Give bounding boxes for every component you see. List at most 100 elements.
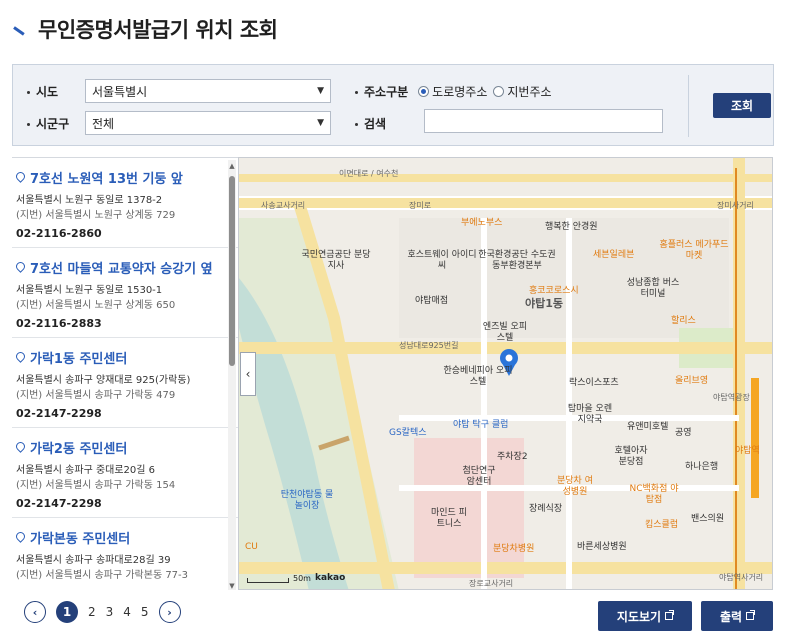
map-label-poi: 한국환경공단 수도권동부환경본부 (478, 250, 556, 271)
sido-select-value: 서울특별시 (92, 84, 148, 99)
map-label-poi: 탄천야탑동 물놀이장 (280, 490, 334, 511)
map-pin-icon (16, 352, 25, 363)
map-label-poi: GS칼텍스 (389, 428, 427, 438)
scale-label: 50m (293, 574, 311, 583)
external-link-icon (746, 610, 756, 620)
map-label-poi: 킴스클럽 (645, 520, 679, 530)
map-view[interactable]: 이면대로 / 여수천 사송교사거리 장미로 장미사거리 부에노부스 행복한 안경… (238, 157, 773, 590)
road-address: 서울특별시 송파구 양재대로 925(가락동) (16, 375, 191, 386)
map-label-poi: 할리스 (671, 316, 696, 326)
search-input[interactable] (424, 109, 663, 133)
map-label-intersection: 장로교사거리 (469, 579, 514, 588)
print-button[interactable]: 출력 (701, 601, 773, 631)
map-label-road: 이면대로 / 여수천 (339, 169, 399, 178)
location-name[interactable]: 가락본동 주민센터 (30, 528, 130, 547)
location-name[interactable]: 가락2동 주민센터 (30, 438, 127, 457)
page-4[interactable]: 4 (123, 605, 131, 619)
map-label-poi: 홈플러스 메가푸드마켓 (659, 240, 729, 261)
map-pin-icon (16, 172, 25, 183)
map-label-poi: 국민연금공단 분당지사 (301, 250, 371, 271)
list-item[interactable]: 가락1동 주민센터 서울특별시 송파구 양재대로 925(가락동) (지번) 서… (12, 338, 238, 428)
map-label-poi: 공영 (675, 428, 692, 438)
chevron-left-icon: ‹ (245, 367, 251, 381)
list-scrollbar[interactable]: ▲ ▼ (228, 160, 236, 590)
map-label-poi: 부에노부스 (461, 218, 503, 228)
list-item[interactable]: 가락본동 주민센터 서울특별시 송파구 송파대로28길 39 (지번) 서울특별… (12, 518, 238, 590)
map-label-station: 야탑역 (735, 446, 760, 456)
page-title: 무인증명서발급기 위치 조회 (12, 12, 278, 46)
map-view-button[interactable]: 지도보기 (598, 601, 692, 631)
sigungu-row: 시군구 (27, 115, 69, 132)
list-item[interactable]: 7호선 노원역 13번 기둥 앞 서울특별시 노원구 동일로 1378-2 (지… (12, 158, 238, 248)
map-label-poi: 한승베네피아 오피스텔 (443, 366, 513, 387)
page-3[interactable]: 3 (106, 605, 114, 619)
search-label: 검색 (355, 115, 386, 132)
sigungu-label: 시군구 (27, 115, 69, 132)
scrollbar-thumb[interactable] (229, 176, 235, 366)
phone-number: 02-2116-2883 (16, 317, 102, 330)
phone-number: 02-2147-2298 (16, 497, 102, 510)
map-label-poi: 야탑 탁구 클럽 (453, 420, 509, 430)
page-1[interactable]: 1 (56, 601, 78, 623)
prev-page-button[interactable]: ‹ (24, 601, 46, 623)
map-label-poi: 하나은행 (685, 462, 719, 472)
chevron-down-icon: ▼ (317, 118, 324, 128)
map-label-poi: 분당차병원 (493, 544, 535, 554)
page-5[interactable]: 5 (141, 605, 149, 619)
next-page-button[interactable]: › (158, 601, 181, 623)
radio-unselected-icon (493, 86, 505, 97)
sido-label: 시도 (27, 83, 58, 100)
map-label-poi: 첨단연구 암센터 (462, 466, 496, 487)
map-pin-icon (16, 442, 25, 453)
radio-road-address[interactable]: 도로명주소 (418, 83, 487, 100)
scroll-down-icon[interactable]: ▼ (228, 582, 236, 590)
sido-select[interactable]: 서울특별시 ▼ (85, 79, 331, 103)
road-address: 서울특별시 송파구 중대로20길 6 (16, 465, 156, 476)
map-label-poi: 행복한 안경원 (545, 222, 598, 232)
list-item[interactable]: 가락2동 주민센터 서울특별시 송파구 중대로20길 6 (지번) 서울특별시 … (12, 428, 238, 518)
radio-jibun-address[interactable]: 지번주소 (493, 83, 552, 100)
road-address: 서울특별시 송파구 송파대로28길 39 (16, 555, 171, 566)
list-item[interactable]: 7호선 마들역 교통약자 승강기 옆 서울특별시 노원구 동일로 1530-1 … (12, 248, 238, 338)
map-label-road: 장미로 (409, 201, 432, 210)
map-label-district: 야탑1동 (525, 297, 564, 310)
page-2[interactable]: 2 (88, 605, 96, 619)
location-name[interactable]: 7호선 노원역 13번 기둥 앞 (30, 168, 183, 187)
map-label-poi: 마인드 피트니스 (431, 508, 467, 529)
map-label-poi: 올리브영 (675, 376, 709, 386)
result-list: 7호선 노원역 13번 기둥 앞 서울특별시 노원구 동일로 1378-2 (지… (12, 157, 238, 590)
chevron-right-icon: › (167, 605, 172, 619)
search-filter-panel: 시도 서울특별시 ▼ 시군구 전체 ▼ 주소구분 도로명주소 지번주소 검색 조… (12, 64, 774, 146)
sigungu-select[interactable]: 전체 ▼ (85, 111, 331, 135)
divider (688, 75, 689, 137)
radio-selected-icon (418, 86, 430, 97)
jibun-address: (지번) 서울특별시 송파구 가락동 154 (16, 480, 176, 491)
road-address: 서울특별시 노원구 동일로 1378-2 (16, 195, 163, 206)
map-brand-logo: kakao (314, 573, 346, 583)
page-title-text: 무인증명서발급기 위치 조회 (38, 18, 278, 42)
map-label-intersection: 사송교사거리 (261, 201, 306, 210)
sigungu-select-value: 전체 (92, 116, 115, 131)
print-label: 출력 (719, 609, 743, 624)
road-address: 서울특별시 노원구 동일로 1530-1 (16, 285, 163, 296)
map-label-poi: 락스이스포츠 (569, 378, 619, 388)
map-pin-icon (16, 532, 25, 543)
external-link-icon (665, 610, 675, 620)
map-label-poi: 홍코코로스시 (529, 286, 579, 296)
map-label-intersection: 장미사거리 (717, 201, 754, 210)
map-label-poi: 주차장2 (497, 452, 528, 462)
scale-bar (247, 578, 289, 583)
map-label-poi: 밴스의원 (691, 514, 725, 524)
pagination: ‹ 1 2 3 4 5 › (24, 601, 181, 623)
location-name[interactable]: 가락1동 주민센터 (30, 348, 127, 367)
map-label-poi: 야탑역광장 (713, 393, 750, 402)
location-name[interactable]: 7호선 마들역 교통약자 승강기 옆 (30, 258, 213, 277)
addr-type-label: 주소구분 (355, 83, 408, 100)
phone-number: 02-2116-2860 (16, 227, 102, 240)
scroll-up-icon[interactable]: ▲ (228, 162, 236, 170)
search-button[interactable]: 조회 (713, 93, 771, 118)
map-panel-toggle[interactable]: ‹ (240, 352, 256, 396)
chevron-left-icon: ‹ (32, 605, 38, 619)
sido-row: 시도 (27, 83, 58, 100)
map-label-poi: 야탑매점 (415, 296, 449, 306)
